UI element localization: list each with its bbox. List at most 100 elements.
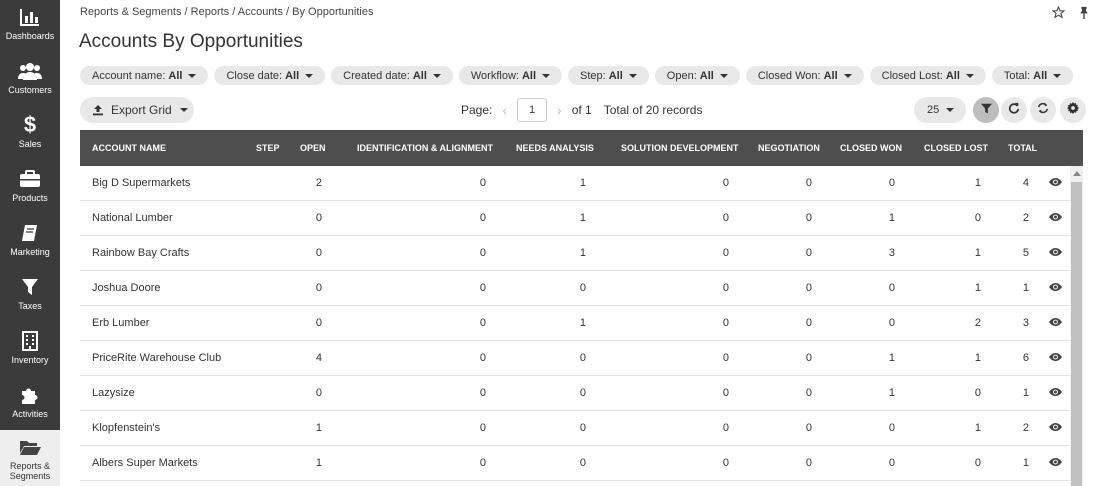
cell-account-name[interactable]: Lazysize xyxy=(92,387,135,399)
breadcrumb[interactable]: Reports & Segments / Reports / Accounts … xyxy=(80,6,373,18)
eye-icon[interactable] xyxy=(1049,282,1062,295)
filter-label: Total: xyxy=(1003,69,1031,82)
filter-value: All xyxy=(699,69,714,82)
column-header-total[interactable]: TOTAL xyxy=(1008,143,1037,153)
eye-icon[interactable] xyxy=(1049,212,1062,225)
page-size-select[interactable]: 25 xyxy=(914,97,966,123)
cell-total: 5 xyxy=(1022,247,1029,259)
column-header-account-name[interactable]: ACCOUNT NAME xyxy=(92,143,166,153)
table-row[interactable]: Albers Super Markets 1 0 0 0 0 0 0 1 xyxy=(80,446,1070,481)
cell-identification: 0 xyxy=(479,177,486,189)
sidebar-item-activities[interactable]: Activities xyxy=(0,378,60,432)
column-header-needs-analysis[interactable]: NEEDS ANALYSIS xyxy=(516,143,594,153)
scrollbar-thumb[interactable] xyxy=(1071,182,1082,486)
filter-value: All xyxy=(823,69,838,82)
filter-toggle-button[interactable] xyxy=(973,97,999,123)
cell-account-name[interactable]: Albers Super Markets xyxy=(92,457,198,469)
sidebar-item-label: Dashboards xyxy=(5,31,55,41)
column-header-open[interactable]: OPEN xyxy=(300,143,326,153)
gear-icon xyxy=(1067,101,1079,119)
cell-open: 4 xyxy=(315,352,322,364)
cell-total: 2 xyxy=(1022,422,1029,434)
eye-icon[interactable] xyxy=(1049,177,1062,190)
cell-solution-development: 0 xyxy=(722,352,729,364)
eye-icon[interactable] xyxy=(1049,247,1062,260)
page-label: Page: xyxy=(461,103,493,117)
table-row[interactable]: Lazysize 0 0 0 0 0 1 0 1 xyxy=(80,376,1070,411)
column-header-step[interactable]: STEP xyxy=(256,143,280,153)
cell-needs-analysis: 0 xyxy=(579,282,586,294)
cell-negotiation: 0 xyxy=(805,352,812,364)
cell-open: 1 xyxy=(315,422,322,434)
cell-account-name[interactable]: Rainbow Bay Crafts xyxy=(92,247,189,259)
table-row[interactable]: Joshua Doore 0 0 0 0 0 0 1 1 xyxy=(80,271,1070,306)
cell-account-name[interactable]: Big D Supermarkets xyxy=(92,177,190,189)
cell-identification: 0 xyxy=(479,317,486,329)
cell-identification: 0 xyxy=(479,352,486,364)
filter-value: All xyxy=(945,69,960,82)
sidebar-item-customers[interactable]: Customers xyxy=(0,54,60,108)
filter-value: All xyxy=(168,69,183,82)
filter-total[interactable]: Total: All xyxy=(991,66,1074,85)
caret-down-icon xyxy=(628,73,637,78)
cell-open: 0 xyxy=(315,212,322,224)
filter-label: Workflow: xyxy=(470,69,519,82)
cell-account-name[interactable]: Erb Lumber xyxy=(92,317,149,329)
table-row[interactable]: National Lumber 0 0 1 0 0 1 0 2 xyxy=(80,201,1070,236)
settings-button[interactable] xyxy=(1060,97,1086,123)
reset-button[interactable] xyxy=(1001,97,1027,123)
column-header-negotiation[interactable]: NEGOTIATION xyxy=(758,143,820,153)
pin-icon[interactable] xyxy=(1077,5,1091,19)
eye-icon[interactable] xyxy=(1049,352,1062,365)
column-header-closed-lost[interactable]: CLOSED LOST xyxy=(924,143,988,153)
sidebar-item-sales[interactable]: $ Sales xyxy=(0,108,60,162)
page-input[interactable] xyxy=(517,98,548,122)
sidebar-item-marketing[interactable]: Marketing xyxy=(0,216,60,270)
filter-account-name[interactable]: Account name: All xyxy=(80,66,209,85)
column-header-closed-won[interactable]: CLOSED WON xyxy=(840,143,902,153)
table-row[interactable]: PriceRite Warehouse Club 4 0 0 0 0 1 1 6 xyxy=(80,341,1070,376)
sidebar-item-label: Inventory xyxy=(11,355,49,365)
eye-icon[interactable] xyxy=(1049,387,1062,400)
table-header: ACCOUNT NAME STEP OPEN IDENTIFICATION & … xyxy=(80,130,1083,166)
filter-close-date[interactable]: Close date: All xyxy=(214,66,326,85)
cell-needs-analysis: 1 xyxy=(579,177,586,189)
total-records: Total of 20 records xyxy=(603,103,703,117)
cell-negotiation: 0 xyxy=(805,282,812,294)
filter-open[interactable]: Open: All xyxy=(654,66,740,85)
table-row[interactable]: Klopfenstein's 1 0 0 0 0 0 1 2 xyxy=(80,411,1070,446)
star-icon[interactable] xyxy=(1051,5,1065,19)
sidebar-item-inventory[interactable]: Inventory xyxy=(0,324,60,378)
eye-icon[interactable] xyxy=(1049,457,1062,470)
table-row[interactable]: Erb Lumber 0 0 1 0 0 0 2 3 xyxy=(80,306,1070,341)
eye-icon[interactable] xyxy=(1049,422,1062,435)
cell-account-name[interactable]: Klopfenstein's xyxy=(92,422,160,434)
sidebar-item-dashboards[interactable]: Dashboards xyxy=(0,0,60,54)
cell-closed-won: 0 xyxy=(888,457,895,469)
vertical-scrollbar[interactable] xyxy=(1070,166,1083,486)
sidebar-item-taxes[interactable]: Taxes xyxy=(0,270,60,324)
filter-closed-won[interactable]: Closed Won: All xyxy=(745,66,864,85)
sidebar-item-reports-segments[interactable]: Reports & Segments xyxy=(0,430,60,486)
cell-closed-won: 0 xyxy=(888,422,895,434)
filter-step[interactable]: Step: All xyxy=(568,66,649,85)
table-row[interactable]: Big D Supermarkets 2 0 1 0 0 0 1 4 xyxy=(80,166,1070,201)
cell-account-name[interactable]: PriceRite Warehouse Club xyxy=(92,352,221,364)
table-row[interactable]: Rainbow Bay Crafts 0 0 1 0 0 3 1 5 xyxy=(80,236,1070,271)
cell-account-name[interactable]: Joshua Doore xyxy=(92,282,161,294)
prev-page-icon[interactable]: ‹ xyxy=(502,102,507,118)
column-header-solution-development[interactable]: SOLUTION DEVELOPMENT xyxy=(621,143,739,153)
filter-workflow[interactable]: Workflow: All xyxy=(458,66,563,85)
next-page-icon[interactable]: › xyxy=(557,102,562,118)
refresh-button[interactable] xyxy=(1030,97,1056,123)
sidebar-item-products[interactable]: Products xyxy=(0,162,60,216)
cell-solution-development: 0 xyxy=(722,422,729,434)
filter-closed-lost[interactable]: Closed Lost: All xyxy=(869,66,986,85)
scroll-up-icon[interactable] xyxy=(1073,171,1081,176)
export-grid-button[interactable]: Export Grid xyxy=(80,97,194,123)
cell-account-name[interactable]: National Lumber xyxy=(92,212,173,224)
filter-created-date[interactable]: Created date: All xyxy=(331,66,453,85)
column-header-identification[interactable]: IDENTIFICATION & ALIGNMENT xyxy=(357,143,493,153)
eye-icon[interactable] xyxy=(1049,317,1062,330)
caret-down-icon xyxy=(1053,73,1062,78)
